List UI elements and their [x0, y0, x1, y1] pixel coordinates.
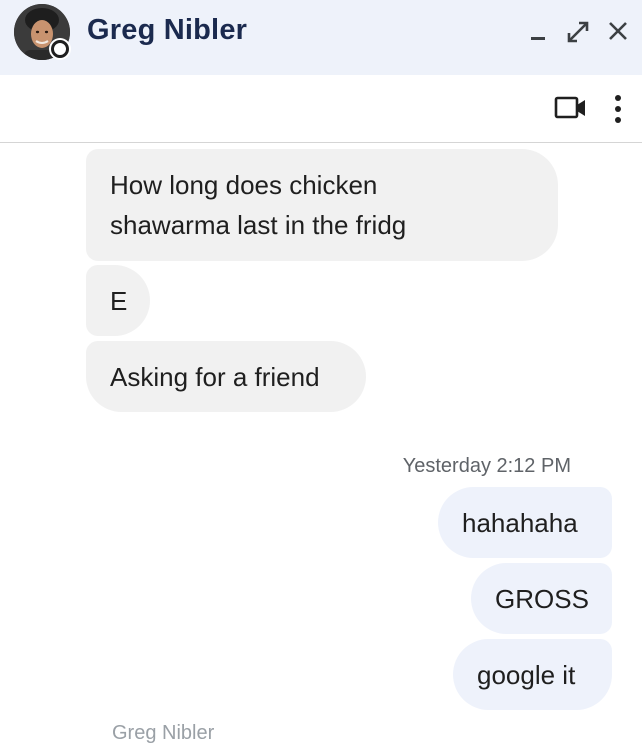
presence-status-icon	[51, 40, 69, 58]
message-text: google it	[477, 659, 576, 690]
close-icon[interactable]	[604, 18, 632, 46]
outgoing-message-bubble[interactable]: google it	[453, 639, 612, 710]
message-text: GROSS	[495, 583, 589, 614]
chat-toolbar	[0, 75, 642, 143]
chat-header: Greg Nibler	[0, 0, 642, 75]
message-text-line: How long does chicken	[110, 170, 378, 200]
popout-icon[interactable]	[564, 18, 592, 46]
outgoing-message-bubble[interactable]: GROSS	[471, 563, 612, 634]
message-timestamp: Yesterday 2:12 PM	[402, 455, 571, 477]
message-text: E	[110, 285, 128, 316]
more-vert-icon[interactable]	[610, 92, 626, 126]
incoming-message-bubble[interactable]: How long does chicken shawarma last in t…	[86, 149, 558, 261]
message-text: hahahaha	[462, 507, 578, 538]
contact-name[interactable]: Greg Nibler	[87, 14, 247, 47]
message-text-line: shawarma last in the fridg	[110, 210, 407, 240]
incoming-message-bubble[interactable]: E	[86, 265, 150, 336]
incoming-message-bubble[interactable]: Asking for a friend	[86, 341, 366, 412]
outgoing-message-bubble[interactable]: hahahaha	[438, 487, 612, 558]
video-camera-icon[interactable]	[554, 95, 588, 121]
minimize-icon[interactable]	[526, 18, 554, 46]
message-text: Asking for a friend	[110, 361, 320, 392]
